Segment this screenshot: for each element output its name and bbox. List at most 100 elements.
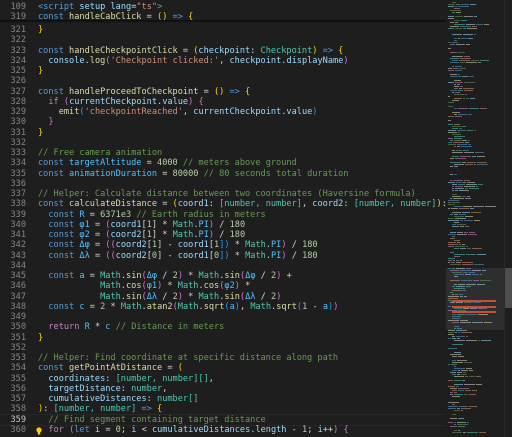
code-line[interactable]: ): [number, number] => { <box>38 404 162 414</box>
line-number[interactable]: 357 <box>0 394 26 404</box>
line-number[interactable]: 345 <box>0 271 26 281</box>
line-number[interactable]: 353 <box>0 353 26 363</box>
code-line[interactable]: const Δλ = ((coord2[0] - coord1[0]) * Ma… <box>38 250 317 261</box>
minimap-line <box>457 372 462 373</box>
vertical-scrollbar[interactable] <box>504 0 512 437</box>
code-line[interactable]: // Helper: Find coordinate at specific d… <box>38 353 338 363</box>
code-line[interactable]: const calculateDistance = (coord1: [numb… <box>38 199 446 209</box>
code-line[interactable]: for (let i = 0; i < cumulativeDistances.… <box>38 425 348 435</box>
lightbulb-icon[interactable] <box>36 427 42 435</box>
code-line[interactable]: } <box>38 25 43 35</box>
line-number[interactable]: 358 <box>0 404 26 414</box>
code-line[interactable]: const φ2 = (coord2[1] * Math.PI) / 180 <box>38 230 245 240</box>
minimap-line <box>452 414 456 415</box>
code-line[interactable]: console.log('Checkpoint clicked:', check… <box>38 56 348 66</box>
line-number[interactable]: 109 <box>0 2 26 12</box>
line-number[interactable]: 322 <box>0 35 26 45</box>
line-number[interactable]: 354 <box>0 363 26 373</box>
line-number[interactable]: 347 <box>0 292 26 302</box>
code-line[interactable]: const Δφ = ((coord2[1] - coord1[1]) * Ma… <box>38 240 317 250</box>
code-line[interactable]: const animationDuration = 80000 // 80 se… <box>38 169 348 179</box>
line-number[interactable]: 321 <box>0 25 26 35</box>
line-number[interactable]: 346 <box>0 281 26 291</box>
line-number[interactable]: 352 <box>0 343 26 353</box>
line-number[interactable]: 355 <box>0 374 26 384</box>
minimap-line <box>469 370 473 371</box>
line-number[interactable]: 341 <box>0 230 26 240</box>
code-token: PI <box>271 250 282 261</box>
line-number[interactable]: 340 <box>0 220 26 230</box>
line-number[interactable]: 360 <box>0 425 26 435</box>
code-line[interactable]: } <box>38 128 43 138</box>
code-line[interactable]: // Find segment containing target distan… <box>38 415 265 425</box>
line-number[interactable]: 325 <box>0 66 26 76</box>
code-line[interactable]: const φ1 = (coord1[1] * Math.PI) / 180 <box>38 220 245 230</box>
minimap-line <box>457 242 460 243</box>
line-number[interactable]: 328 <box>0 97 26 107</box>
code-line[interactable]: } <box>38 117 53 127</box>
line-number[interactable]: 332 <box>0 138 26 148</box>
line-number[interactable]: 344 <box>0 261 26 271</box>
line-number[interactable]: 350 <box>0 322 26 332</box>
code-line[interactable]: const handleProceedToCheckpoint = () => … <box>38 87 250 97</box>
minimap[interactable] <box>446 0 504 437</box>
code-line[interactable]: const handleCheckpointClick = (checkpoin… <box>38 46 343 56</box>
code-line[interactable]: const R = 6371e3 // Earth radius in mete… <box>38 210 265 220</box>
code-line[interactable]: targetDistance: number, <box>38 384 167 394</box>
minimap-line <box>465 390 471 391</box>
line-number[interactable]: 338 <box>0 199 26 209</box>
line-number[interactable]: 342 <box>0 240 26 250</box>
scrollbar-thumb[interactable] <box>505 268 512 308</box>
code-line[interactable]: if (currentCheckpoint.value) { <box>38 97 203 107</box>
code-line[interactable]: emit('checkpointReached', currentCheckpo… <box>38 107 318 117</box>
minimap-line <box>450 76 461 77</box>
code-line[interactable]: coordinates: [number, number][], <box>38 374 214 384</box>
code-line[interactable]: const targetAltitude = 4000 // meters ab… <box>38 158 297 168</box>
line-number[interactable]: 349 <box>0 312 26 322</box>
line-number[interactable]: 331 <box>0 128 26 138</box>
line-number[interactable]: 333 <box>0 148 26 158</box>
minimap-line <box>459 208 469 209</box>
line-number[interactable]: 327 <box>0 87 26 97</box>
code-line[interactable]: return R * c // Distance in meters <box>38 322 224 332</box>
line-number[interactable]: 339 <box>0 210 26 220</box>
code-line[interactable]: Math.cos(φ1) * Math.cos(φ2) * <box>38 281 250 291</box>
code-line[interactable]: <script setup lang="ts"> <box>38 2 162 12</box>
code-line[interactable]: // Free camera animation <box>38 148 162 158</box>
line-number[interactable]: 324 <box>0 56 26 66</box>
line-number[interactable]: 323 <box>0 46 26 56</box>
line-number[interactable]: 334 <box>0 158 26 168</box>
code-line[interactable]: Math.sin(Δλ / 2) * Math.sin(Δλ / 2) <box>38 292 281 302</box>
minimap-line <box>458 52 465 53</box>
code-editor[interactable]: 109 <script setup lang="ts"> 319 const hand… <box>0 0 512 437</box>
code-token: φ2 <box>79 230 90 240</box>
line-number[interactable]: 336 <box>0 179 26 189</box>
minimap-line <box>462 244 465 245</box>
line-number[interactable]: 326 <box>0 76 26 86</box>
code-line[interactable]: } <box>38 333 43 343</box>
minimap-line <box>454 88 458 89</box>
line-number[interactable]: 335 <box>0 169 26 179</box>
line-number[interactable]: 343 <box>0 251 26 261</box>
line-number[interactable]: 359 <box>0 415 26 425</box>
code-line[interactable]: const c = 2 * Math.atan2(Math.sqrt(a), M… <box>38 302 338 312</box>
code-line[interactable]: } <box>38 66 43 76</box>
line-number[interactable]: 356 <box>0 384 26 394</box>
minimap-line <box>452 268 455 269</box>
code-area[interactable]: 109 <script setup lang="ts"> 319 const hand… <box>0 0 446 437</box>
code-line[interactable]: cumulativeDistances: number[] <box>38 394 198 404</box>
line-number[interactable]: 348 <box>0 302 26 312</box>
code-line[interactable]: // Helper: Calculate distance between tw… <box>38 189 416 199</box>
line-number[interactable]: 329 <box>0 107 26 117</box>
minimap-line <box>452 226 459 227</box>
line-number[interactable]: 330 <box>0 117 26 127</box>
code-token: > <box>157 2 163 12</box>
code-token: coord1 <box>177 199 209 210</box>
minimap-line <box>452 344 463 345</box>
line-number[interactable]: 337 <box>0 189 26 199</box>
line-number[interactable]: 351 <box>0 333 26 343</box>
minimap-line <box>458 430 460 431</box>
minimap-line <box>452 202 460 203</box>
code-line[interactable]: const getPointAtDistance = ( <box>38 363 183 373</box>
code-line[interactable]: const a = Math.sin(Δφ / 2) * Math.sin(Δφ… <box>38 271 291 281</box>
